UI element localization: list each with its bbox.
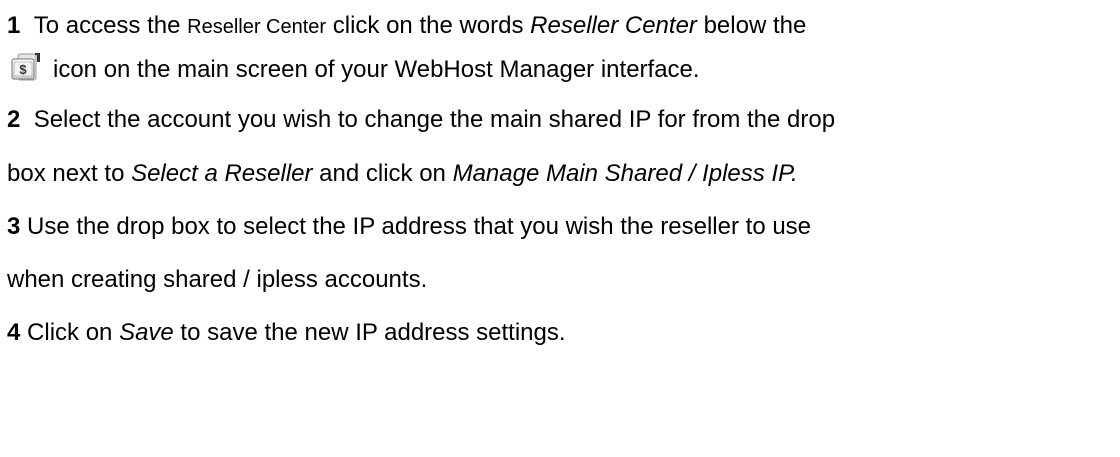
step-2-text-b: box next to (7, 160, 132, 187)
step-1-text-a: To access the (33, 12, 188, 39)
step-4-line-1: 4 Click on Save to save the new IP addre… (7, 319, 566, 347)
reseller-center-icon: $ (8, 52, 44, 84)
step-3-text-b: when creating shared / ipless accounts. (7, 266, 428, 293)
step-3-text-a: Use the drop box to select the IP addres… (27, 213, 812, 240)
step-2-number: 2 (7, 106, 21, 133)
step-1-text-b: click on the words (326, 12, 531, 39)
step-2-select-reseller-label: Select a Reseller (131, 160, 313, 187)
step-1-text-c: below the (696, 12, 807, 39)
step-2-manage-ip-label: Manage Main Shared / Ipless IP. (452, 160, 798, 187)
step-3-number: 3 (7, 213, 21, 240)
step-2-line-2: box next to Select a Reseller and click … (7, 160, 798, 188)
step-4-text-b: to save the new IP address settings. (173, 319, 566, 346)
step-1-number: 1 (7, 12, 21, 39)
step-1-line-1: 1 To access the Reseller Center click on… (7, 12, 806, 41)
step-2-line-1: 2 Select the account you wish to change … (7, 106, 835, 134)
step-4-save-label: Save (119, 319, 174, 346)
step-2-text-a: Select the account you wish to change th… (33, 106, 836, 133)
step-4-number: 4 (7, 319, 21, 346)
step-3-line-2: when creating shared / ipless accounts. (7, 266, 427, 294)
step-1-line-2: icon on the main screen of your WebHost … (53, 56, 700, 84)
step-1-text-d: icon on the main screen of your WebHost … (53, 56, 700, 83)
step-1-reseller-center-label: Reseller Center (187, 16, 327, 38)
step-3-line-1: 3 Use the drop box to select the IP addr… (7, 213, 811, 241)
step-1-reseller-center-link-text: Reseller Center (530, 12, 697, 39)
step-4-text-a: Click on (27, 319, 120, 346)
step-2-text-c: and click on (312, 160, 453, 187)
svg-text:$: $ (19, 62, 27, 77)
instructions-document: 1 To access the Reseller Center click on… (0, 0, 1120, 457)
